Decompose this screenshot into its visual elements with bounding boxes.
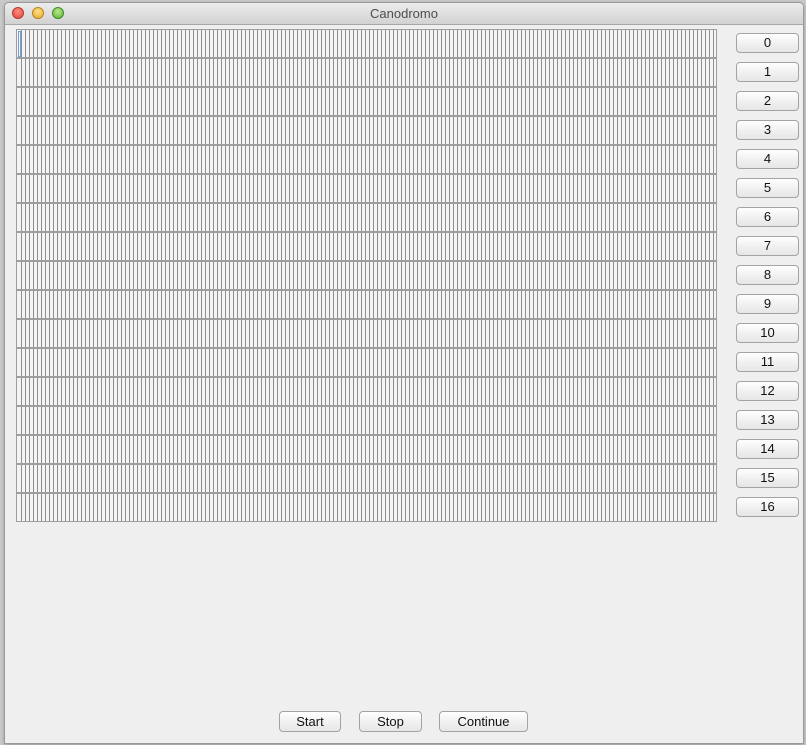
race-track-lane (16, 319, 717, 348)
window-title: Canodromo (370, 6, 438, 21)
race-track-lane (16, 29, 717, 58)
race-track-lane (16, 290, 717, 319)
continue-button[interactable]: Continue (439, 711, 528, 732)
lane-button-11[interactable]: 11 (736, 352, 799, 372)
race-track-lane (16, 116, 717, 145)
race-track-lane (16, 464, 717, 493)
race-track-lane (16, 58, 717, 87)
race-track-area (16, 29, 717, 523)
race-track-lane (16, 232, 717, 261)
race-track-lane (16, 203, 717, 232)
lane-button-0[interactable]: 0 (736, 33, 799, 53)
lane-button-5[interactable]: 5 (736, 178, 799, 198)
lane-button-8[interactable]: 8 (736, 265, 799, 285)
lane-button-15[interactable]: 15 (736, 468, 799, 488)
lane-button-7[interactable]: 7 (736, 236, 799, 256)
lane-button-16[interactable]: 16 (736, 497, 799, 517)
lane-button-14[interactable]: 14 (736, 439, 799, 459)
lane-button-4[interactable]: 4 (736, 149, 799, 169)
lane-button-2[interactable]: 2 (736, 91, 799, 111)
race-track-lane (16, 348, 717, 377)
race-track-lane (16, 493, 717, 522)
lane-button-10[interactable]: 10 (736, 323, 799, 343)
race-track-lane (16, 406, 717, 435)
lane-button-9[interactable]: 9 (736, 294, 799, 314)
race-track-lane (16, 174, 717, 203)
race-track-lane (16, 261, 717, 290)
app-window: Canodromo 0 1 2 3 4 5 6 7 8 9 10 11 12 13 14 15 16 Start… (4, 2, 804, 744)
lane-button-3[interactable]: 3 (736, 120, 799, 140)
stop-button[interactable]: Stop (359, 711, 422, 732)
race-track-lane (16, 435, 717, 464)
race-track-lane (16, 145, 717, 174)
start-button[interactable]: Start (279, 711, 341, 732)
lane-button-6[interactable]: 6 (736, 207, 799, 227)
lane-button-13[interactable]: 13 (736, 410, 799, 430)
race-track-lane (16, 87, 717, 116)
lane-button-12[interactable]: 12 (736, 381, 799, 401)
lane-button-1[interactable]: 1 (736, 62, 799, 82)
title-bar[interactable]: Canodromo (5, 3, 803, 25)
race-track-lane (16, 377, 717, 406)
